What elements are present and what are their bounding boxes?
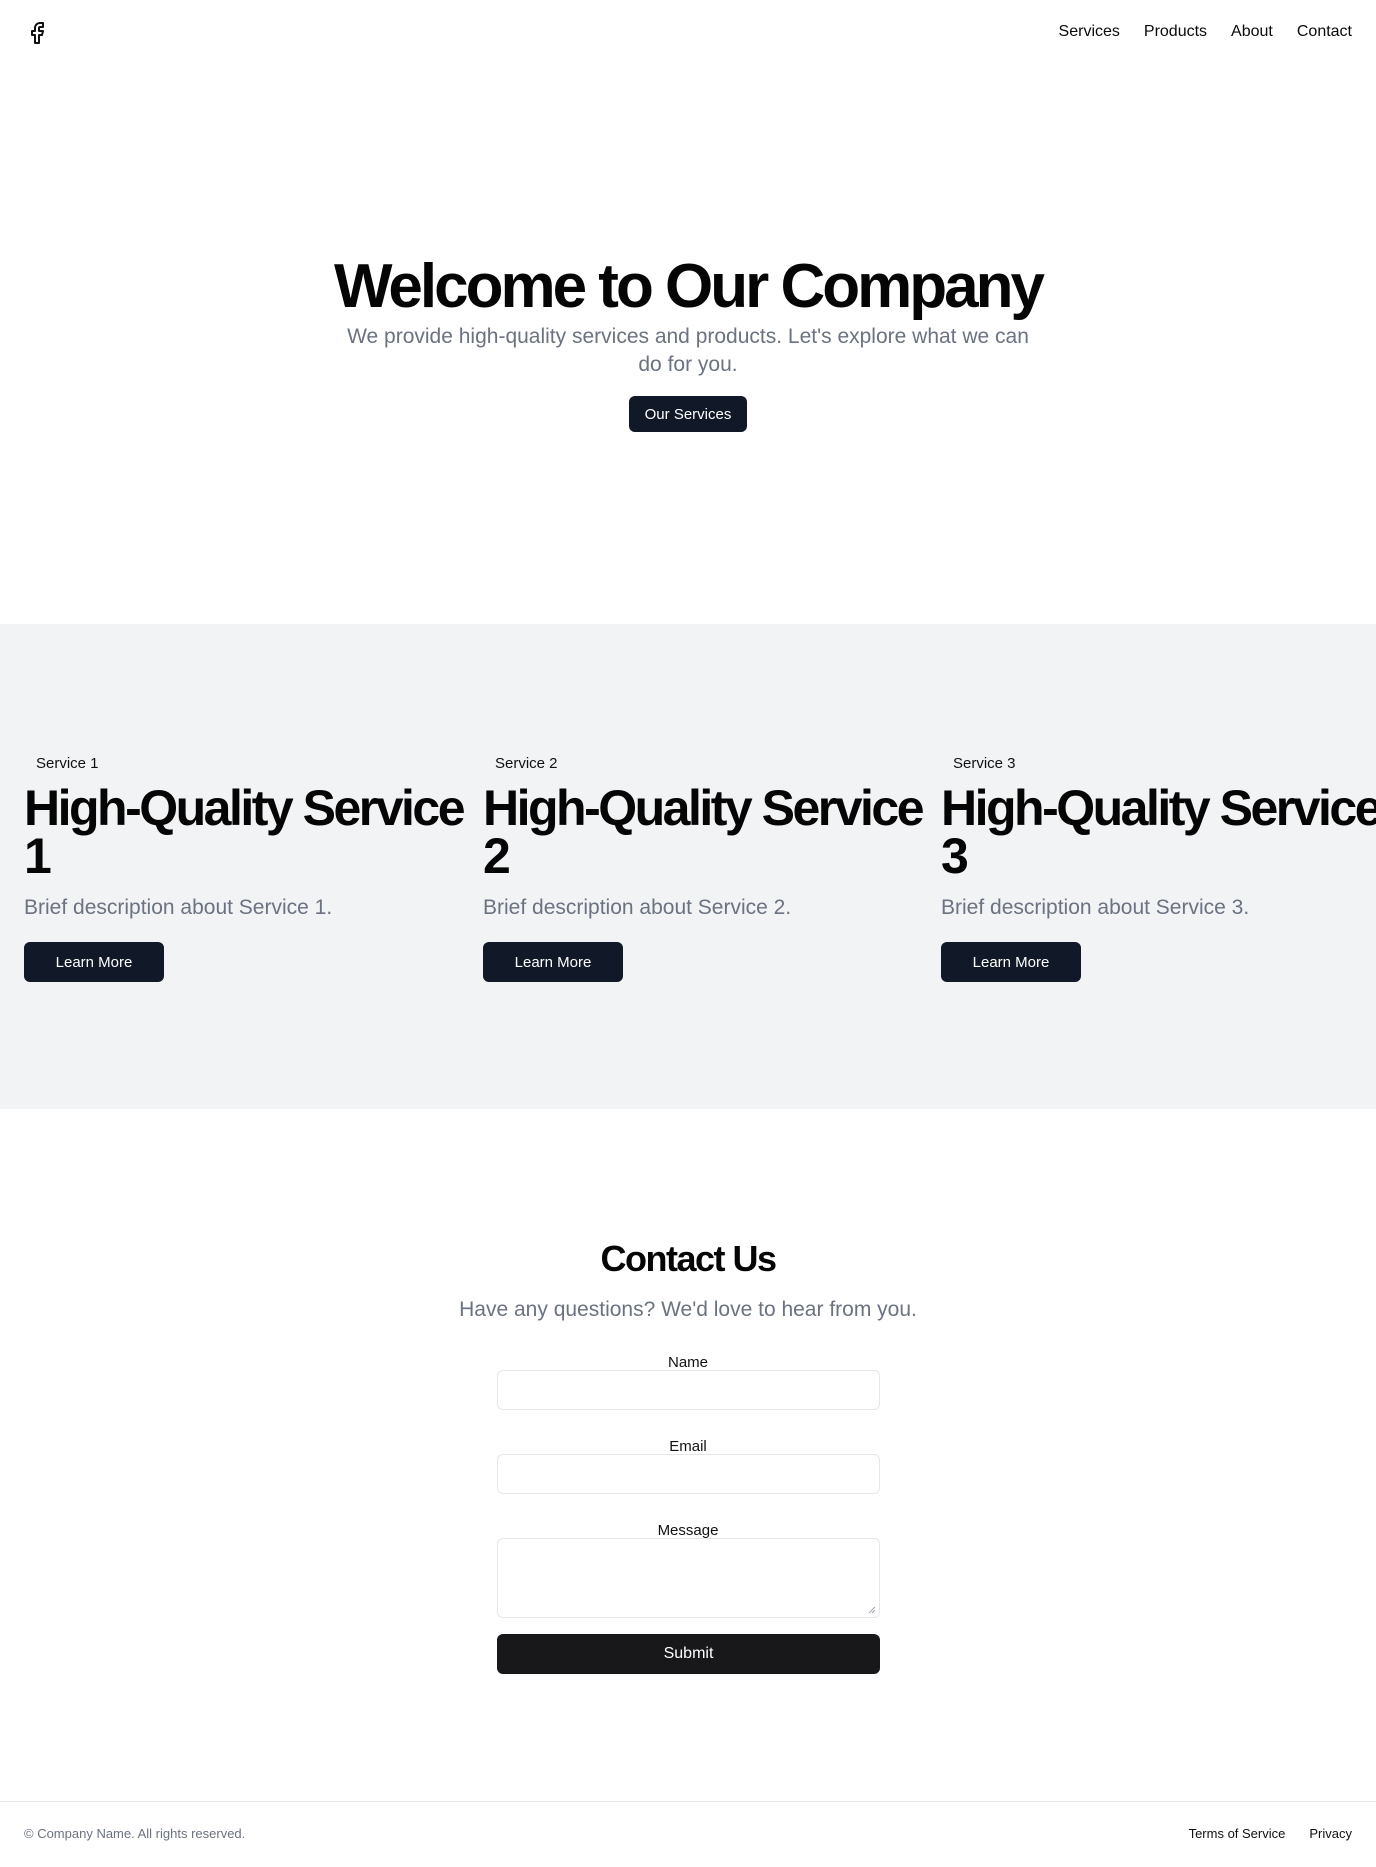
- service-card-1: Service 1 High-Quality Service 1 Brief d…: [24, 754, 466, 982]
- copyright-text: © Company Name. All rights reserved.: [24, 1826, 246, 1841]
- services-section: Service 1 High-Quality Service 1 Brief d…: [0, 624, 1376, 1109]
- service-tag: Service 1: [36, 755, 99, 772]
- service-description: Brief description about Service 1.: [24, 896, 333, 919]
- service-title: High-Quality Service 1: [24, 780, 466, 884]
- contact-section: Contact Us Have any questions? We'd love…: [0, 1109, 1376, 1801]
- terms-link[interactable]: Terms of Service: [1189, 1826, 1286, 1842]
- nav-link-services[interactable]: Services: [1059, 22, 1120, 42]
- service-tag: Service 2: [495, 755, 558, 772]
- hero-section: Welcome to Our Company We provide high-q…: [0, 64, 1376, 624]
- site-header: Services Products About Contact: [0, 0, 1376, 64]
- contact-subtitle: Have any questions? We'd love to hear fr…: [459, 1298, 917, 1321]
- contact-title: Contact Us: [600, 1238, 777, 1279]
- learn-more-button-2[interactable]: Learn More: [483, 942, 623, 982]
- nav-link-about[interactable]: About: [1231, 22, 1273, 42]
- name-field[interactable]: [497, 1370, 880, 1410]
- message-field[interactable]: [497, 1538, 880, 1618]
- nav-link-products[interactable]: Products: [1144, 22, 1207, 42]
- learn-more-button-3[interactable]: Learn More: [941, 942, 1081, 982]
- submit-button[interactable]: Submit: [497, 1634, 880, 1674]
- service-card-3: Service 3 High-Quality Service 3 Brief d…: [941, 754, 1376, 982]
- learn-more-button-1[interactable]: Learn More: [24, 942, 164, 982]
- resize-grip-icon[interactable]: [868, 1606, 876, 1614]
- service-description: Brief description about Service 3.: [941, 896, 1250, 919]
- service-description: Brief description about Service 2.: [483, 896, 792, 919]
- service-title: High-Quality Service 3: [941, 780, 1376, 884]
- service-title: High-Quality Service 2: [483, 780, 925, 884]
- hero-subtitle: We provide high-quality services and pro…: [347, 325, 1029, 376]
- facebook-f-icon[interactable]: [26, 20, 48, 44]
- footer-links: Terms of Service Privacy: [1189, 1826, 1352, 1842]
- service-card-2: Service 2 High-Quality Service 2 Brief d…: [483, 754, 925, 982]
- site-footer: © Company Name. All rights reserved. Ter…: [0, 1801, 1376, 1867]
- our-services-button[interactable]: Our Services: [629, 396, 747, 432]
- main-nav: Services Products About Contact: [1059, 22, 1352, 42]
- hero-title: Welcome to Our Company: [334, 252, 1045, 321]
- email-field[interactable]: [497, 1454, 880, 1494]
- privacy-link[interactable]: Privacy: [1309, 1826, 1352, 1842]
- nav-link-contact[interactable]: Contact: [1297, 22, 1352, 42]
- service-tag: Service 3: [953, 755, 1016, 772]
